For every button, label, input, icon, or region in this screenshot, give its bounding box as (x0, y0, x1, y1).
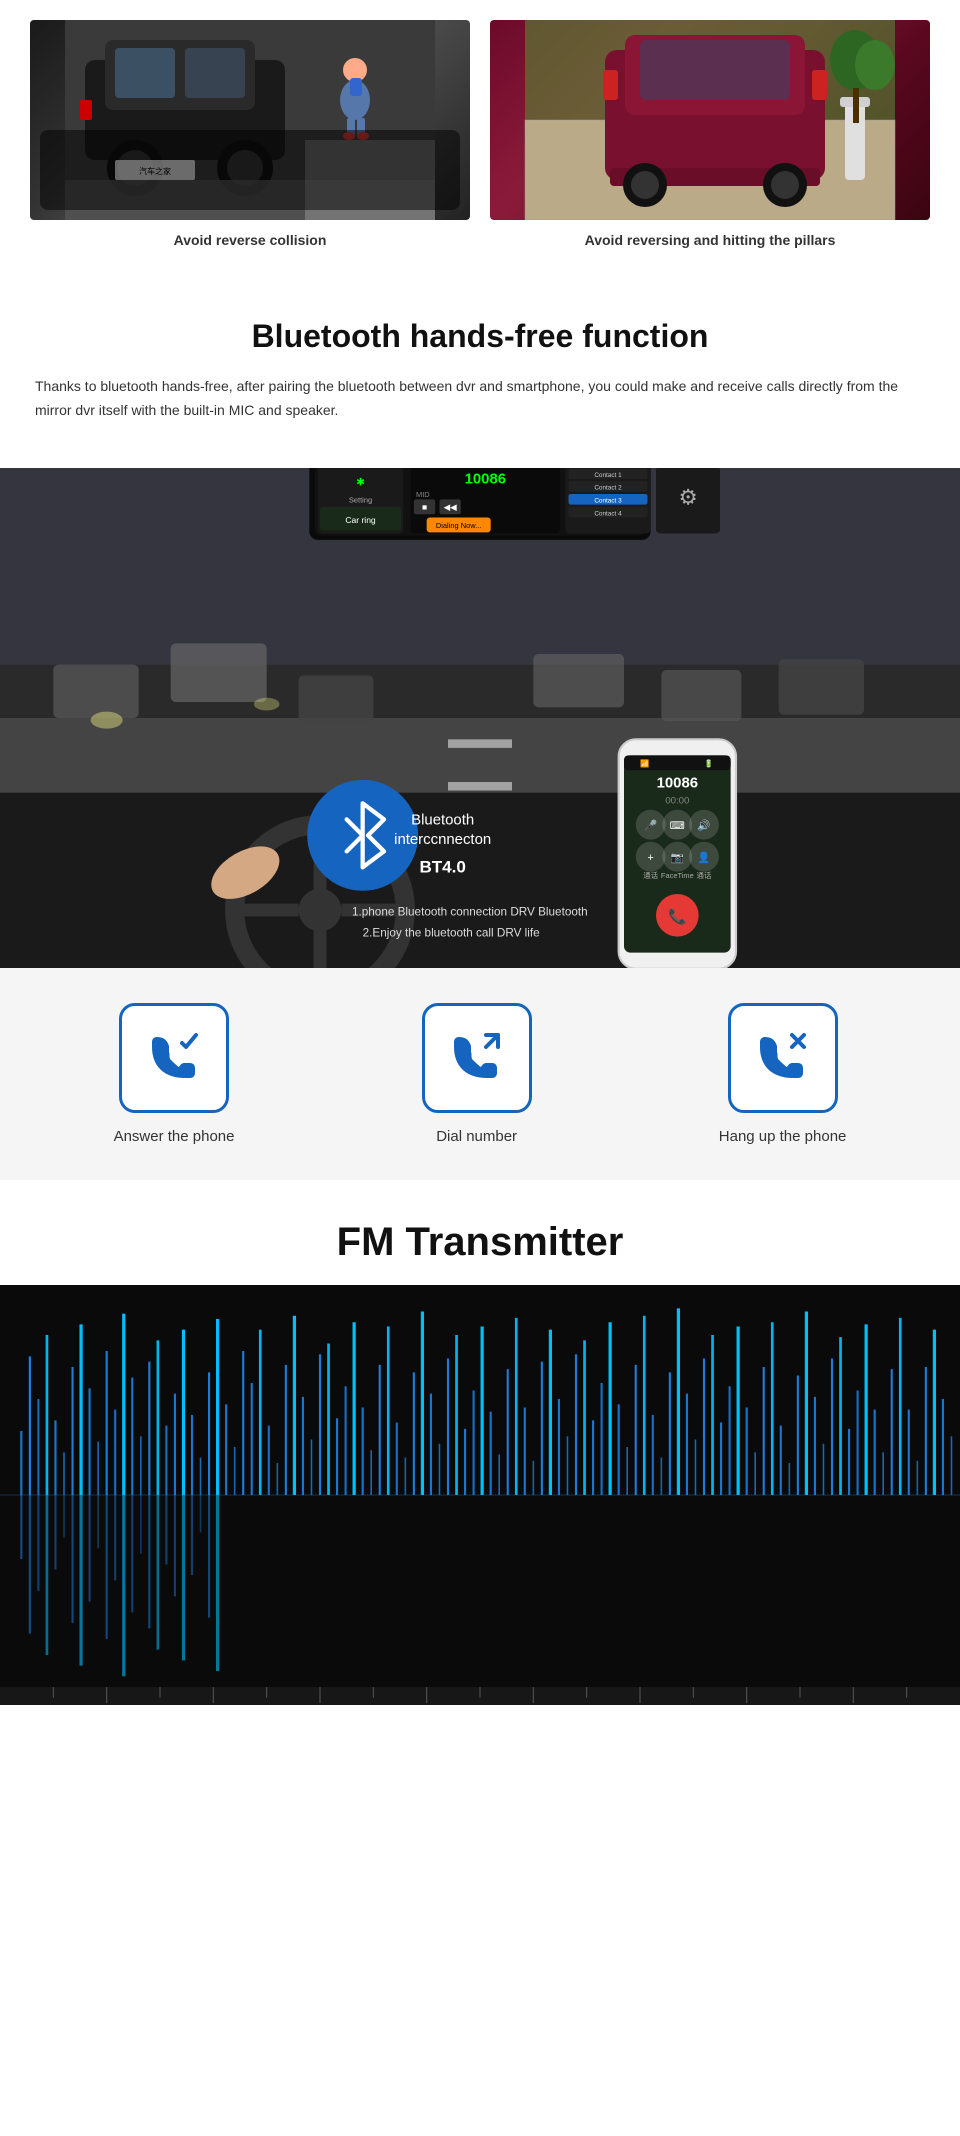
car-image-right (490, 20, 930, 220)
car-right-caption: Avoid reversing and hitting the pillars (585, 232, 836, 248)
svg-text:🎤: 🎤 (644, 819, 657, 832)
svg-text:Car ring: Car ring (345, 514, 376, 524)
svg-text:◀◀: ◀◀ (444, 502, 458, 512)
car-images-section: 汽车之家 Avoid reverse colli (0, 0, 960, 278)
dial-number-icon (444, 1025, 509, 1090)
svg-text:10086: 10086 (465, 470, 507, 487)
svg-text:FaceTime: FaceTime (661, 871, 694, 880)
svg-text:📷: 📷 (671, 852, 684, 864)
svg-text:Contact 3: Contact 3 (594, 497, 622, 504)
bluetooth-description: Thanks to bluetooth hands-free, after pa… (30, 375, 930, 423)
bluetooth-demo-image: ✱ Setting Car ring 10086 MID ■ ◀◀ Dialin… (0, 468, 960, 968)
dial-number-label: Dial number (436, 1128, 517, 1145)
svg-text:通话: 通话 (697, 870, 712, 880)
svg-text:Contact 2: Contact 2 (594, 484, 622, 491)
phone-actions-section: Answer the phone Dial number Hang up the… (0, 968, 960, 1180)
svg-text:00:00: 00:00 (665, 795, 689, 806)
car-image-left-block: 汽车之家 Avoid reverse colli (30, 20, 470, 248)
svg-text:🔊: 🔊 (697, 819, 710, 832)
bluetooth-title: Bluetooth hands-free function (30, 318, 930, 355)
svg-text:⌨: ⌨ (670, 820, 686, 832)
svg-text:✱: ✱ (356, 476, 365, 488)
svg-text:Bluetooth: Bluetooth (411, 811, 474, 828)
svg-text:通话: 通话 (643, 870, 658, 880)
fm-wave-image (0, 1285, 960, 1705)
car-image-right-block: Avoid reversing and hitting the pillars (490, 20, 930, 248)
svg-text:📶: 📶 (640, 759, 649, 768)
fm-title: FM Transmitter (30, 1220, 930, 1265)
car-left-caption: Avoid reverse collision (174, 232, 327, 248)
bluetooth-section: Bluetooth hands-free function Thanks to … (0, 278, 960, 443)
fm-wave-svg (0, 1285, 960, 1705)
svg-text:汽车之家: 汽车之家 (139, 166, 171, 176)
dial-number-block: Dial number (422, 1003, 532, 1145)
svg-text:Contact 4: Contact 4 (594, 510, 622, 517)
svg-text:interccnnecton: interccnnecton (394, 830, 491, 847)
car-image-left: 汽车之家 (30, 20, 470, 220)
svg-text:🔋: 🔋 (704, 759, 713, 768)
svg-text:📞: 📞 (668, 906, 687, 925)
svg-text:BT4.0: BT4.0 (419, 857, 465, 876)
svg-text:⚙: ⚙ (678, 485, 697, 509)
svg-text:2.Enjoy the bluetooth call DRV: 2.Enjoy the bluetooth call DRV life (363, 926, 540, 939)
hangup-phone-block: Hang up the phone (719, 1003, 847, 1145)
dial-number-icon-box (422, 1003, 532, 1113)
answer-phone-label: Answer the phone (114, 1128, 235, 1145)
svg-text:1.phone Bluetooth connection D: 1.phone Bluetooth connection DRV Bluetoo… (352, 905, 588, 918)
svg-text:■: ■ (422, 502, 427, 512)
answer-phone-icon (142, 1025, 207, 1090)
svg-text:Setting: Setting (349, 495, 372, 504)
hangup-phone-icon-box (728, 1003, 838, 1113)
car-images-row: 汽车之家 Avoid reverse colli (30, 20, 930, 248)
answer-phone-icon-box (119, 1003, 229, 1113)
svg-text:10086: 10086 (657, 774, 699, 791)
svg-text:Dialing Now...: Dialing Now... (436, 521, 482, 530)
svg-text:👤: 👤 (697, 851, 710, 864)
hangup-phone-label: Hang up the phone (719, 1128, 847, 1145)
svg-text:+: + (648, 852, 654, 864)
answer-phone-block: Answer the phone (114, 1003, 235, 1145)
fm-section: FM Transmitter (0, 1180, 960, 1265)
hangup-phone-icon (750, 1025, 815, 1090)
svg-text:MID: MID (416, 490, 430, 499)
svg-text:Contact 1: Contact 1 (594, 472, 622, 479)
